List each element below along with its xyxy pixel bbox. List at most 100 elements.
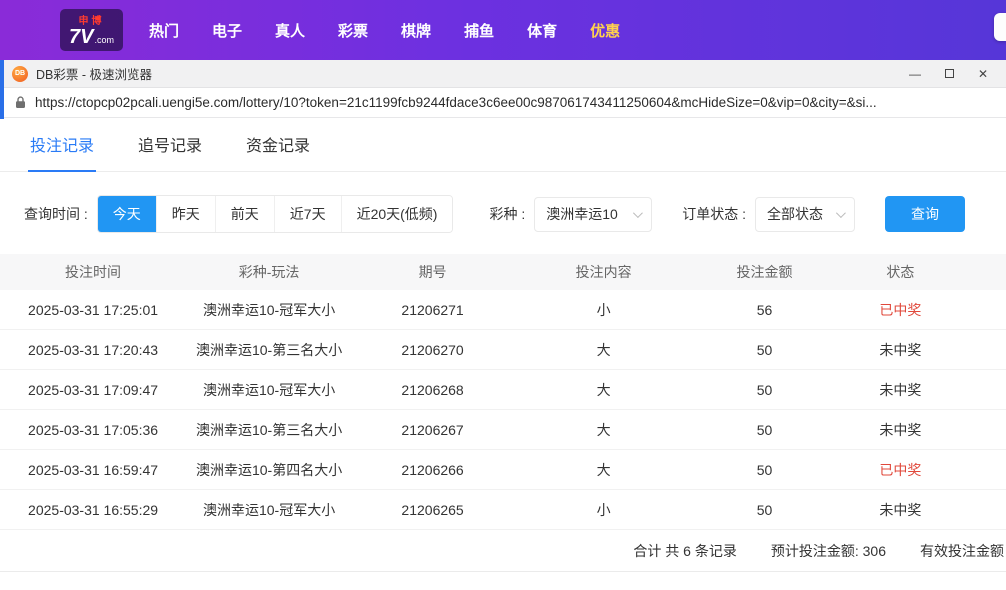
table-header-cell: 彩种-玩法 — [238, 264, 300, 280]
close-button[interactable]: ✕ — [966, 61, 1000, 87]
window-edge-accent — [0, 60, 4, 119]
cell-issue: 21206270 — [401, 341, 464, 358]
cell-bet-time: 2025-03-31 17:25:01 — [28, 301, 159, 318]
cell-issue: 21206266 — [401, 461, 464, 478]
cell-bet-time: 2025-03-31 17:05:36 — [28, 421, 159, 438]
chevron-down-icon — [836, 207, 846, 218]
cell-issue: 21206268 — [401, 381, 464, 398]
cell-amount: 50 — [756, 501, 773, 518]
logo-suffix: .com — [94, 35, 114, 45]
nav-item-真人[interactable]: 真人 — [275, 20, 305, 41]
cell-content: 大 — [596, 341, 611, 358]
time-filter-button[interactable]: 昨天 — [156, 196, 216, 232]
nav-item-热门[interactable]: 热门 — [149, 20, 179, 41]
time-filter-group: 今天 昨天 前天 近7天 近20天(低频) — [96, 195, 454, 233]
lottery-records-page: 投注记录 追号记录 资金记录 查询时间 : 今天 昨天 前天 近7天 近20天(低频) 彩种… — [0, 118, 1006, 572]
url-text: https://ctopcp02pcali.uengi5e.com/lotter… — [35, 95, 877, 110]
time-filter-button[interactable]: 近7天 — [274, 196, 342, 232]
cell-content: 小 — [596, 301, 611, 318]
table-header-row: 投注时间 彩种-玩法 期号 投注内容 投注金额 状态 — [0, 254, 1006, 290]
tab-追号记录[interactable]: 追号记录 — [136, 118, 204, 172]
table-row: 2025-03-31 16:55:29 澳洲幸运10-冠军大小 21206265… — [0, 490, 1006, 530]
records-total-text: 合计 共 6 条记录 — [633, 542, 737, 559]
cell-amount: 56 — [756, 301, 773, 318]
cell-status: 已中奖 — [879, 301, 922, 318]
table-row: 2025-03-31 16:59:47 澳洲幸运10-第四名大小 2120626… — [0, 450, 1006, 490]
filter-bar: 查询时间 : 今天 昨天 前天 近7天 近20天(低频) 彩种 : 澳洲幸运10 订单状… — [0, 172, 1006, 254]
lottery-select-value: 澳洲幸运10 — [546, 206, 618, 222]
expected-bet-amount-text: 预计投注金额: 306 — [770, 542, 886, 559]
status-filter-label: 订单状态 : — [682, 206, 747, 222]
browser-chrome: DB DB彩票 - 极速浏览器 — ✕ https://ctopcp02pcal… — [0, 60, 1006, 119]
cell-amount: 50 — [756, 381, 773, 398]
nav-item-体育[interactable]: 体育 — [527, 20, 557, 41]
time-filter-button[interactable]: 今天 — [97, 196, 157, 232]
tab-投注记录[interactable]: 投注记录 — [28, 118, 97, 172]
maximize-button[interactable] — [932, 61, 966, 87]
table-footer: 合计 共 6 条记录 预计投注金额: 306 有效投注金额 — [0, 530, 1006, 572]
nav-item-优惠[interactable]: 优惠 — [590, 20, 620, 41]
time-filter-label: 查询时间 : — [24, 206, 88, 222]
top-nav-menu: 热门 电子 真人 彩票 棋牌 捕鱼 体育 优惠 — [149, 20, 620, 41]
floating-widget[interactable] — [994, 13, 1006, 41]
table-header-cell: 投注内容 — [575, 264, 632, 280]
cell-status: 已中奖 — [879, 461, 922, 478]
logo-line: 7V .com — [69, 27, 114, 47]
table-header-cell: 状态 — [886, 264, 915, 280]
table-header-cell: 投注金额 — [736, 264, 793, 280]
lottery-filter-label: 彩种 : — [489, 206, 526, 222]
tab-资金记录[interactable]: 资金记录 — [244, 118, 312, 172]
site-logo[interactable]: 申博 7V .com — [60, 9, 123, 51]
nav-item-捕鱼[interactable]: 捕鱼 — [464, 20, 494, 41]
cell-game: 澳洲幸运10-冠军大小 — [202, 381, 336, 398]
table-header-cell: 期号 — [418, 264, 447, 280]
cell-game: 澳洲幸运10-第四名大小 — [195, 461, 343, 478]
cell-bet-time: 2025-03-31 16:59:47 — [28, 461, 159, 478]
logo-brand: 7V — [69, 26, 94, 48]
window-title: DB彩票 - 极速浏览器 — [36, 68, 152, 82]
nav-item-彩票[interactable]: 彩票 — [338, 20, 368, 41]
nav-item-棋牌[interactable]: 棋牌 — [401, 20, 431, 41]
cell-game: 澳洲幸运10-冠军大小 — [202, 501, 336, 518]
bet-records-table: 投注时间 彩种-玩法 期号 投注内容 投注金额 状态 2025-03-31 17:25:0… — [0, 254, 1006, 530]
cell-content: 大 — [596, 461, 611, 478]
table-body: 2025-03-31 17:25:01 澳洲幸运10-冠军大小 21206271… — [0, 290, 1006, 530]
cell-game: 澳洲幸运10-第三名大小 — [195, 421, 343, 438]
lottery-select[interactable]: 澳洲幸运10 — [534, 196, 653, 232]
cell-status: 未中奖 — [879, 501, 922, 518]
time-filter-button[interactable]: 近20天(低频) — [341, 196, 453, 232]
cell-status: 未中奖 — [879, 381, 922, 398]
table-row: 2025-03-31 17:05:36 澳洲幸运10-第三名大小 2120626… — [0, 410, 1006, 450]
cell-game: 澳洲幸运10-冠军大小 — [202, 301, 336, 318]
window-controls: — ✕ — [898, 61, 1000, 87]
cell-amount: 50 — [756, 341, 773, 358]
cell-bet-time: 2025-03-31 17:20:43 — [28, 341, 159, 358]
logo-badge: 申博 — [78, 16, 105, 27]
cell-issue: 21206265 — [401, 501, 464, 518]
table-row: 2025-03-31 17:25:01 澳洲幸运10-冠军大小 21206271… — [0, 290, 1006, 330]
chevron-down-icon — [633, 207, 644, 218]
minimize-button[interactable]: — — [898, 61, 932, 87]
time-filter-button[interactable]: 前天 — [215, 196, 275, 232]
cell-status: 未中奖 — [879, 341, 922, 358]
address-bar[interactable]: https://ctopcp02pcali.uengi5e.com/lotter… — [0, 88, 1006, 118]
record-tabs: 投注记录 追号记录 资金记录 — [0, 118, 1006, 172]
cell-status: 未中奖 — [879, 421, 922, 438]
cell-amount: 50 — [756, 421, 773, 438]
cell-bet-time: 2025-03-31 16:55:29 — [28, 501, 159, 518]
cell-game: 澳洲幸运10-第三名大小 — [195, 341, 343, 358]
search-button[interactable]: 查询 — [885, 196, 966, 232]
nav-item-电子[interactable]: 电子 — [212, 20, 242, 41]
cell-amount: 50 — [756, 461, 773, 478]
cell-content: 大 — [596, 421, 611, 438]
table-header-cell: 投注时间 — [65, 264, 122, 280]
browser-titlebar: DB DB彩票 - 极速浏览器 — ✕ — [0, 60, 1006, 88]
order-status-select[interactable]: 全部状态 — [755, 196, 856, 232]
lock-icon — [15, 96, 26, 109]
table-row: 2025-03-31 17:20:43 澳洲幸运10-第三名大小 2120627… — [0, 330, 1006, 370]
browser-favicon-icon: DB — [12, 65, 28, 82]
table-row: 2025-03-31 17:09:47 澳洲幸运10-冠军大小 21206268… — [0, 370, 1006, 410]
maximize-icon — [944, 69, 954, 78]
cell-issue: 21206271 — [401, 301, 464, 318]
cell-issue: 21206267 — [401, 421, 464, 438]
